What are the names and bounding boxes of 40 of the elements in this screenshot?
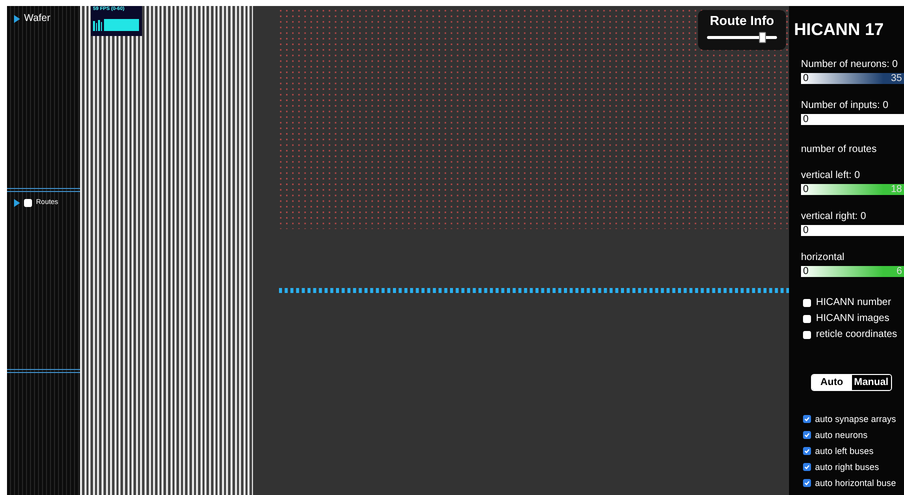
legend-label: vertical right: 0 [801, 210, 868, 223]
option-label: auto synapse arrays [815, 413, 896, 425]
checkbox[interactable] [803, 463, 811, 471]
section-label: number of routes [801, 143, 878, 157]
option-label: auto neurons [815, 429, 868, 441]
option-label: HICANN images [816, 313, 890, 325]
option-label: HICANN number [816, 297, 892, 309]
scale-max: 6 [896, 265, 902, 279]
fps-graph [93, 19, 140, 31]
legend-label: Number of inputs: 0 [801, 99, 890, 112]
legend-label: vertical left: 0 [801, 169, 861, 182]
checkbox[interactable] [803, 479, 811, 487]
option-label: auto horizontal buse [815, 477, 896, 489]
scale-min: 0 [803, 265, 809, 279]
option-label: auto right buses [815, 461, 880, 473]
scale-min: 0 [803, 72, 809, 86]
checkbox[interactable] [803, 447, 811, 455]
slider-thumb[interactable] [758, 32, 766, 43]
expand-triangle-icon[interactable] [14, 14, 20, 22]
checkbox[interactable] [803, 315, 811, 323]
scale-max: 18 [890, 183, 902, 197]
checkbox[interactable] [803, 299, 811, 307]
expand-triangle-icon[interactable] [14, 199, 20, 208]
option-label: auto left buses [815, 445, 874, 457]
checkbox[interactable] [803, 431, 811, 439]
mode-tab[interactable]: Manual [852, 375, 891, 390]
scale-max: 35 [890, 72, 902, 86]
legend-label: Number of neurons: 0 [801, 58, 899, 71]
panel-title: HICANN 17 [794, 20, 885, 40]
scale-min: 0 [803, 183, 809, 197]
scale-min: 0 [803, 224, 809, 238]
checkbox[interactable] [803, 331, 811, 339]
sidebar-item[interactable]: Wafer [24, 11, 50, 26]
checkbox[interactable] [24, 199, 32, 208]
checkbox[interactable] [803, 415, 811, 423]
scale-min: 0 [803, 113, 809, 127]
legend-label: horizontal [801, 251, 846, 264]
mode-tab[interactable]: Auto [812, 375, 852, 390]
route-info-title: Route Info [710, 13, 774, 29]
option-label: reticle coordinates [816, 329, 898, 341]
